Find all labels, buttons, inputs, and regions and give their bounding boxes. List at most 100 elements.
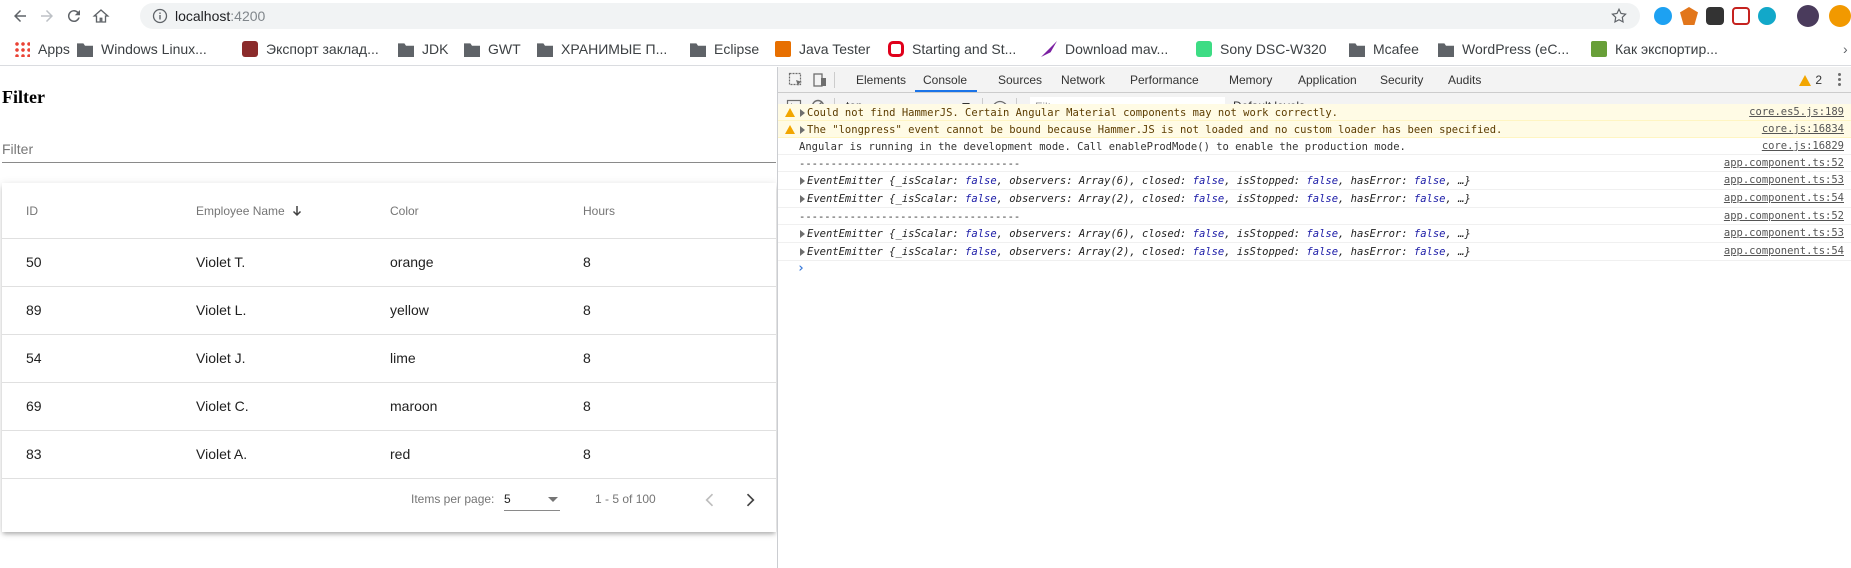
table-row[interactable]: 54 Violet J. lime 8 bbox=[2, 335, 776, 383]
device-toolbar-icon[interactable] bbox=[812, 72, 828, 88]
table-row[interactable]: 89 Violet L. yellow 8 bbox=[2, 287, 776, 335]
bookmark-item[interactable]: Mcafee bbox=[1349, 40, 1419, 58]
tab-application[interactable]: Application bbox=[1298, 73, 1357, 87]
boolean-value: false bbox=[1413, 193, 1446, 205]
message-text: Angular is running in the development mo… bbox=[799, 141, 1406, 153]
bookmark-item[interactable]: WordPress (eC... bbox=[1438, 40, 1569, 58]
skype-extension-icon[interactable] bbox=[1654, 7, 1672, 25]
expand-arrow-icon[interactable] bbox=[800, 126, 805, 134]
folder-icon bbox=[464, 43, 480, 57]
inspect-element-icon[interactable] bbox=[788, 72, 804, 88]
filter-input[interactable] bbox=[2, 135, 776, 163]
console-prompt[interactable]: › bbox=[778, 261, 1851, 281]
expand-arrow-icon[interactable] bbox=[800, 109, 805, 117]
star-icon[interactable] bbox=[1610, 7, 1628, 25]
source-link[interactable]: core.js:16829 bbox=[1762, 140, 1844, 152]
source-link[interactable]: app.component.ts:53 bbox=[1724, 227, 1844, 239]
browser-toolbar: localhost:4200 bbox=[0, 0, 1851, 32]
tab-audits[interactable]: Audits bbox=[1448, 73, 1481, 87]
bookmark-item[interactable]: Eclipse bbox=[690, 40, 759, 58]
tab-performance[interactable]: Performance bbox=[1130, 73, 1199, 87]
console-object[interactable]: EventEmitter {_isScalar: false, observer… bbox=[778, 172, 1851, 190]
home-button[interactable] bbox=[88, 4, 114, 28]
bookmark-label: Mcafee bbox=[1373, 41, 1419, 57]
table-row[interactable]: 69 Violet C. maroon 8 bbox=[2, 383, 776, 431]
tab-elements[interactable]: Elements bbox=[856, 73, 906, 87]
bookmark-item[interactable]: JDK bbox=[398, 40, 448, 58]
expand-arrow-icon[interactable] bbox=[800, 195, 805, 203]
console-object[interactable]: EventEmitter {_isScalar: false, observer… bbox=[778, 190, 1851, 208]
tab-memory[interactable]: Memory bbox=[1229, 73, 1272, 87]
more-options-icon[interactable] bbox=[1838, 72, 1842, 88]
bookmark-item[interactable]: Java Tester bbox=[775, 40, 870, 58]
bookmark-item[interactable]: Sony DSC-W320 bbox=[1196, 40, 1327, 58]
column-header-employee-name[interactable]: Employee Name bbox=[196, 204, 303, 218]
cell-hours: 8 bbox=[583, 302, 591, 318]
source-link[interactable]: app.component.ts:53 bbox=[1724, 174, 1844, 186]
boolean-value: false bbox=[1192, 193, 1225, 205]
forward-button[interactable] bbox=[34, 4, 60, 28]
bookmark-item[interactable]: Starting and St... bbox=[888, 40, 1016, 58]
console-warning[interactable]: The "longpress" event cannot be bound be… bbox=[778, 121, 1851, 138]
reload-button[interactable] bbox=[61, 4, 87, 28]
tab-network[interactable]: Network bbox=[1061, 73, 1105, 87]
extension-icon[interactable] bbox=[1706, 7, 1724, 25]
bookmark-label: Как экспортир... bbox=[1615, 41, 1718, 57]
avatar[interactable] bbox=[1797, 5, 1819, 27]
warnings-counter[interactable]: 2 bbox=[1799, 73, 1822, 87]
tab-security[interactable]: Security bbox=[1380, 73, 1423, 87]
bookmark-item[interactable]: Как экспортир... bbox=[1591, 40, 1718, 58]
bookmark-item[interactable]: GWT bbox=[464, 40, 521, 58]
cell-name: Violet L. bbox=[196, 302, 247, 318]
android-icon bbox=[1196, 41, 1212, 57]
boolean-value: false bbox=[965, 193, 997, 205]
back-button[interactable] bbox=[7, 4, 33, 28]
page-size-select[interactable]: 5 bbox=[504, 487, 560, 511]
source-link[interactable]: app.component.ts:52 bbox=[1724, 157, 1844, 169]
source-link[interactable]: app.component.ts:54 bbox=[1724, 245, 1844, 257]
bookmark-item[interactable]: Download mav... bbox=[1041, 40, 1168, 58]
cell-color: red bbox=[390, 446, 411, 462]
console-log[interactable]: ----------------------------------- app.… bbox=[778, 155, 1851, 172]
bookmark-item[interactable]: ХРАНИМЫЕ П... bbox=[537, 40, 667, 58]
table-row[interactable]: 50 Violet T. orange 8 bbox=[2, 239, 776, 287]
metamask-extension-icon[interactable] bbox=[1680, 7, 1698, 25]
items-per-page-label: Items per page: bbox=[411, 492, 495, 506]
source-link[interactable]: app.component.ts:52 bbox=[1724, 210, 1844, 222]
boolean-value: false bbox=[1306, 193, 1339, 205]
bookmarks-overflow-button[interactable]: › bbox=[1843, 40, 1848, 58]
console-warning[interactable]: Could not find HammerJS. Certain Angular… bbox=[778, 104, 1851, 121]
cast-extension-icon[interactable] bbox=[1732, 7, 1750, 25]
address-bar[interactable]: localhost:4200 bbox=[140, 3, 1640, 29]
bookmark-label: Download mav... bbox=[1065, 41, 1169, 57]
console-log[interactable]: ----------------------------------- app.… bbox=[778, 208, 1851, 225]
column-header-color[interactable]: Color bbox=[390, 204, 419, 218]
bookmark-label: Sony DSC-W320 bbox=[1220, 41, 1327, 57]
column-header-id[interactable]: ID bbox=[26, 204, 38, 218]
source-link[interactable]: core.js:16834 bbox=[1762, 123, 1844, 135]
employee-table: ID Employee Name Color Hours 50 Violet T… bbox=[2, 183, 776, 532]
profile-extension-icon[interactable] bbox=[1829, 5, 1851, 27]
previous-page-button[interactable] bbox=[696, 486, 724, 514]
expand-arrow-icon[interactable] bbox=[800, 230, 805, 238]
boolean-value: false bbox=[1306, 228, 1339, 240]
tab-console[interactable]: Console bbox=[923, 73, 967, 87]
column-header-hours[interactable]: Hours bbox=[583, 204, 615, 218]
message-text: ----------------------------------- bbox=[799, 211, 1021, 223]
source-link[interactable]: app.component.ts:54 bbox=[1724, 192, 1844, 204]
info-icon[interactable] bbox=[152, 8, 168, 24]
bookmark-item[interactable]: Windows Linux... bbox=[77, 40, 207, 58]
next-page-button[interactable] bbox=[736, 486, 764, 514]
expand-arrow-icon[interactable] bbox=[800, 248, 805, 256]
tab-sources[interactable]: Sources bbox=[998, 73, 1042, 87]
expand-arrow-icon[interactable] bbox=[800, 177, 805, 185]
bookmark-apps[interactable]: Apps bbox=[14, 40, 70, 58]
bookmark-item[interactable]: Экспорт заклад... bbox=[242, 40, 379, 58]
location-extension-icon[interactable] bbox=[1758, 7, 1776, 25]
source-link[interactable]: core.es5.js:189 bbox=[1749, 106, 1844, 118]
column-label: ID bbox=[26, 204, 38, 218]
console-log[interactable]: Angular is running in the development mo… bbox=[778, 138, 1851, 155]
message-text: The "longpress" event cannot be bound be… bbox=[807, 124, 1503, 136]
console-object[interactable]: EventEmitter {_isScalar: false, observer… bbox=[778, 243, 1851, 261]
console-object[interactable]: EventEmitter {_isScalar: false, observer… bbox=[778, 225, 1851, 243]
